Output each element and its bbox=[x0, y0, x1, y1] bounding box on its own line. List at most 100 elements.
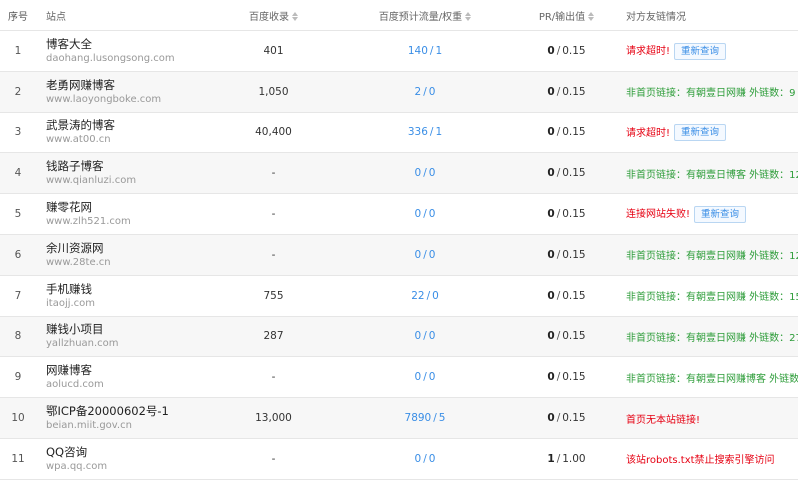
output-value: 0.15 bbox=[562, 248, 586, 261]
flow-separator: / bbox=[423, 167, 427, 180]
friend-status-text: 非首页链接：有朝壹日网赚 外链数：12 bbox=[626, 251, 798, 263]
header-flow-sort[interactable]: 百度预计流量/权重 bbox=[335, 8, 515, 23]
flow-link[interactable]: 0 bbox=[415, 371, 422, 383]
site-name-link[interactable]: 手机赚钱 bbox=[46, 282, 212, 297]
site-url: beian.miit.gov.cn bbox=[46, 420, 132, 432]
baidu-index-count: - bbox=[271, 167, 276, 180]
site-cell: 手机赚钱 itaojj.com bbox=[36, 282, 212, 310]
pr-value: 0 bbox=[547, 44, 555, 57]
flow-link[interactable]: 0 bbox=[415, 208, 422, 220]
flow-link[interactable]: 0 bbox=[415, 330, 422, 342]
pr-separator: / bbox=[556, 452, 561, 465]
header-site: 站点 bbox=[36, 8, 212, 23]
flow-weight-cell: 0/0 bbox=[335, 453, 515, 465]
flow-weight-cell: 0/0 bbox=[335, 249, 515, 261]
site-name-link[interactable]: 鄂ICP备20000602号-1 bbox=[46, 404, 212, 419]
sort-arrows-icon[interactable] bbox=[588, 11, 595, 22]
requery-button[interactable]: 重新查询 bbox=[694, 205, 747, 223]
flow-link[interactable]: 2 bbox=[415, 86, 422, 98]
row-number: 7 bbox=[14, 289, 22, 302]
site-name-link[interactable]: 钱路子博客 bbox=[46, 159, 212, 174]
output-value: 1.00 bbox=[562, 452, 586, 465]
table-row: 6 余川资源网 www.28te.cn -0/0 0/0.15 非首页链接：有朝壹日网赚 … bbox=[0, 234, 798, 276]
flow-link[interactable]: 22 bbox=[411, 290, 424, 302]
flow-link[interactable]: 0 bbox=[415, 249, 422, 261]
flow-link[interactable]: 0 bbox=[415, 167, 422, 179]
row-number: 10 bbox=[11, 412, 25, 425]
weight-link[interactable]: 0 bbox=[429, 453, 436, 465]
pr-cell: 0/0.15 bbox=[515, 330, 618, 342]
baidu-index-count: 1,050 bbox=[258, 85, 289, 98]
header-pr-sort[interactable]: PR/输出值 bbox=[515, 8, 618, 23]
row-number: 5 bbox=[14, 208, 22, 221]
pr-value: 0 bbox=[547, 208, 555, 221]
weight-link[interactable]: 0 bbox=[429, 249, 436, 261]
output-value: 0.15 bbox=[562, 167, 586, 180]
site-name-link[interactable]: QQ咨询 bbox=[46, 445, 212, 460]
pr-value: 0 bbox=[547, 412, 555, 425]
pr-separator: / bbox=[556, 44, 561, 57]
site-cell: 网赚博客 aolucd.com bbox=[36, 363, 212, 391]
site-name-link[interactable]: 武景涛的博客 bbox=[46, 118, 212, 133]
baidu-index-count: - bbox=[271, 452, 276, 465]
friend-status-text: 该站robots.txt禁止搜索引擎访问 bbox=[626, 455, 775, 467]
output-value: 0.15 bbox=[562, 371, 586, 384]
pr-separator: / bbox=[556, 412, 561, 425]
friend-status-text: 非首页链接：有朝壹日网赚 外链数：15 bbox=[626, 292, 798, 304]
requery-button[interactable]: 重新查询 bbox=[674, 42, 727, 60]
weight-link[interactable]: 0 bbox=[429, 86, 436, 98]
pr-separator: / bbox=[556, 248, 561, 261]
site-url: yallzhuan.com bbox=[46, 338, 119, 350]
flow-weight-cell: 0/0 bbox=[335, 208, 515, 220]
pr-cell: 0/0.15 bbox=[515, 290, 618, 302]
flow-separator: / bbox=[423, 371, 427, 384]
site-name-link[interactable]: 余川资源网 bbox=[46, 241, 212, 256]
baidu-index-count: - bbox=[271, 371, 276, 384]
flow-link[interactable]: 0 bbox=[415, 453, 422, 465]
pr-separator: / bbox=[556, 289, 561, 302]
row-number: 9 bbox=[14, 371, 22, 384]
requery-button[interactable]: 重新查询 bbox=[674, 124, 727, 142]
output-value: 0.15 bbox=[562, 85, 586, 98]
weight-link[interactable]: 1 bbox=[435, 45, 442, 57]
site-name-link[interactable]: 赚钱小项目 bbox=[46, 322, 212, 337]
table-body: 1 博客大全 daohang.lusongsong.com 401 140/1 0/0.1… bbox=[0, 31, 798, 480]
flow-link[interactable]: 7890 bbox=[405, 412, 432, 424]
friend-status-cell: 请求超时! 重新查询 bbox=[618, 124, 798, 142]
row-number: 8 bbox=[14, 330, 22, 343]
weight-link[interactable]: 0 bbox=[429, 208, 436, 220]
friend-status-text: 非首页链接：有朝壹日网赚 外链数：27 bbox=[626, 332, 798, 344]
weight-link[interactable]: 0 bbox=[429, 167, 436, 179]
weight-link[interactable]: 0 bbox=[432, 290, 439, 302]
site-name-link[interactable]: 赚零花网 bbox=[46, 200, 212, 215]
site-name-link[interactable]: 老勇网赚博客 bbox=[46, 78, 212, 93]
baidu-index-count: 13,000 bbox=[255, 412, 292, 425]
sort-arrows-icon[interactable] bbox=[292, 11, 298, 22]
sort-arrows-icon[interactable] bbox=[465, 11, 472, 22]
output-value: 0.15 bbox=[562, 330, 586, 343]
weight-link[interactable]: 0 bbox=[429, 330, 436, 342]
site-url: aolucd.com bbox=[46, 379, 104, 391]
flow-link[interactable]: 140 bbox=[408, 45, 428, 57]
pr-cell: 0/0.15 bbox=[515, 371, 618, 383]
flow-weight-cell: 22/0 bbox=[335, 290, 515, 302]
pr-cell: 0/0.15 bbox=[515, 249, 618, 261]
friend-status-cell: 该站robots.txt禁止搜索引擎访问 bbox=[618, 451, 798, 466]
site-name-link[interactable]: 博客大全 bbox=[46, 37, 212, 52]
site-cell: 博客大全 daohang.lusongsong.com bbox=[36, 37, 212, 65]
flow-link[interactable]: 336 bbox=[408, 126, 428, 138]
site-cell: 武景涛的博客 www.at00.cn bbox=[36, 118, 212, 146]
weight-link[interactable]: 5 bbox=[439, 412, 446, 424]
output-value: 0.15 bbox=[562, 44, 586, 57]
header-no: 序号 bbox=[0, 8, 36, 23]
header-pr-label: PR/输出值 bbox=[538, 11, 586, 23]
friend-status-cell: 非首页链接：有朝壹日博客 外链数：12 bbox=[618, 166, 798, 181]
pr-cell: 1/1.00 bbox=[515, 453, 618, 465]
weight-link[interactable]: 0 bbox=[429, 371, 436, 383]
site-name-link[interactable]: 网赚博客 bbox=[46, 363, 212, 378]
friend-status-cell: 非首页链接：有朝壹日网赚博客 外链数：6 bbox=[618, 370, 798, 385]
pr-value: 0 bbox=[547, 330, 555, 343]
header-index-sort[interactable]: 百度收录 bbox=[212, 8, 335, 23]
weight-link[interactable]: 1 bbox=[435, 126, 442, 138]
output-value: 0.15 bbox=[562, 208, 586, 221]
